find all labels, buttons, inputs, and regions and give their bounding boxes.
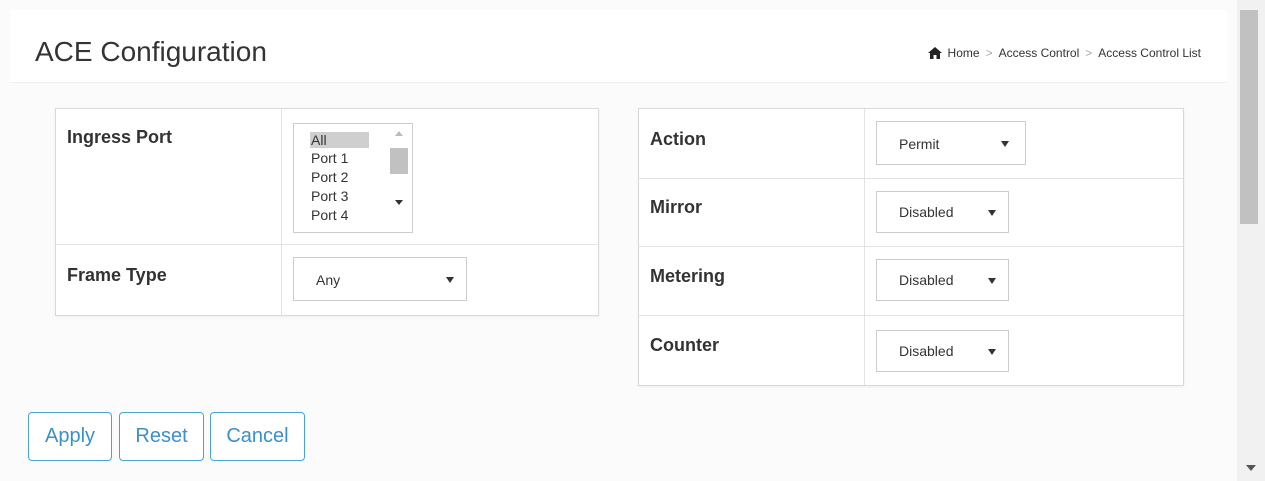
breadcrumb-access-control[interactable]: Access Control xyxy=(999,46,1080,60)
counter-label: Counter xyxy=(650,335,719,355)
ingress-port-option-port-3[interactable]: Port 3 xyxy=(311,188,371,204)
ingress-port-listbox[interactable]: All Port 1 Port 2 Port 3 Port 4 xyxy=(293,123,413,233)
action-row: Action Permit xyxy=(639,109,1183,179)
apply-button[interactable]: Apply xyxy=(28,412,112,461)
chevron-down-icon xyxy=(1001,141,1009,147)
scroll-down-icon[interactable] xyxy=(395,200,403,205)
mirror-label: Mirror xyxy=(650,197,703,217)
action-select[interactable]: Permit xyxy=(876,121,1026,165)
page: ACE Configuration Home > Access Control … xyxy=(0,0,1237,481)
chevron-down-icon xyxy=(988,278,996,284)
chevron-down-icon xyxy=(988,349,996,355)
listbox-scrollbar[interactable] xyxy=(390,128,408,230)
frame-type-select[interactable]: Any xyxy=(293,257,467,301)
counter-value: Disabled xyxy=(899,343,954,359)
breadcrumb-separator: > xyxy=(985,46,993,60)
frame-type-value: Any xyxy=(316,272,341,288)
metering-label: Metering xyxy=(650,266,726,286)
action-label: Action xyxy=(650,129,706,149)
page-title: ACE Configuration xyxy=(35,36,267,67)
ingress-port-option-port-4[interactable]: Port 4 xyxy=(311,207,371,223)
breadcrumb: Home > Access Control > Access Control L… xyxy=(927,46,1201,60)
action-panel: Action Permit Mirror Disabled Metering D… xyxy=(638,108,1184,386)
page-scroll-thumb[interactable] xyxy=(1240,10,1258,224)
scroll-up-icon[interactable] xyxy=(395,131,403,136)
ingress-port-option-all[interactable]: All xyxy=(310,132,369,148)
ingress-port-option-port-2[interactable]: Port 2 xyxy=(311,169,371,185)
metering-value: Disabled xyxy=(899,272,954,288)
cancel-button[interactable]: Cancel xyxy=(210,412,305,461)
breadcrumb-access-control-list[interactable]: Access Control List xyxy=(1098,46,1201,60)
ingress-port-row: Ingress Port All Port 1 Port 2 Port 3 Po… xyxy=(56,109,598,245)
scroll-down-icon[interactable] xyxy=(1246,465,1256,471)
ingress-port-label: Ingress Port xyxy=(67,127,173,147)
breadcrumb-separator: > xyxy=(1085,46,1093,60)
page-header: ACE Configuration Home > Access Control … xyxy=(10,10,1227,83)
metering-select[interactable]: Disabled xyxy=(876,259,1009,301)
reset-button[interactable]: Reset xyxy=(119,412,204,461)
mirror-select[interactable]: Disabled xyxy=(876,191,1009,233)
frame-type-row: Frame Type Any xyxy=(56,245,598,315)
ingress-panel: Ingress Port All Port 1 Port 2 Port 3 Po… xyxy=(55,108,599,316)
page-scrollbar[interactable] xyxy=(1237,0,1265,481)
chevron-down-icon xyxy=(988,210,996,216)
home-icon[interactable] xyxy=(927,47,942,59)
listbox-scroll-thumb[interactable] xyxy=(390,148,408,174)
breadcrumb-home[interactable]: Home xyxy=(948,46,980,60)
counter-row: Counter Disabled xyxy=(639,316,1183,385)
frame-type-label: Frame Type xyxy=(67,265,167,285)
counter-select[interactable]: Disabled xyxy=(876,330,1009,372)
metering-row: Metering Disabled xyxy=(639,247,1183,316)
mirror-row: Mirror Disabled xyxy=(639,179,1183,247)
mirror-value: Disabled xyxy=(899,204,954,220)
action-value: Permit xyxy=(899,136,940,152)
chevron-down-icon xyxy=(446,277,454,283)
ingress-port-option-port-1[interactable]: Port 1 xyxy=(311,150,371,166)
